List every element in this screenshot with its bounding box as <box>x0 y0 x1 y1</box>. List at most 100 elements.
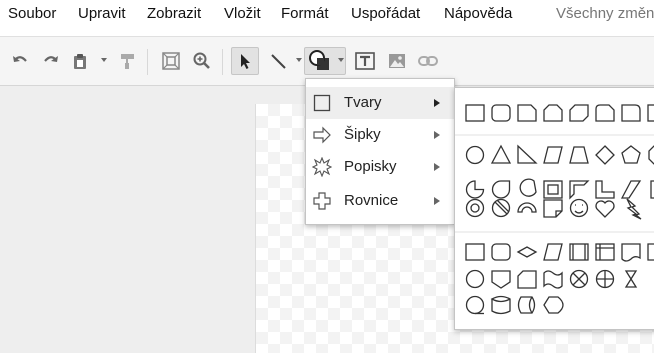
document-shape[interactable] <box>621 243 641 262</box>
snip-same-side-rectangle-shape[interactable] <box>543 104 563 122</box>
menu-insert[interactable]: Vložit <box>224 5 261 22</box>
lightning-bolt-shape[interactable] <box>626 198 642 220</box>
shape-menu-label: Šipky <box>344 126 381 143</box>
magnetic-disk-shape[interactable] <box>490 295 511 315</box>
round-one-corner-rectangle-shape[interactable] <box>621 104 641 122</box>
block-arc-shape[interactable] <box>517 202 537 213</box>
shape-menu-item-arrows[interactable]: Šipky <box>306 119 454 151</box>
submenu-arrow-icon <box>434 197 440 205</box>
rectangle-shape[interactable] <box>465 104 485 122</box>
smiley-shape[interactable] <box>569 198 589 218</box>
pie-shape[interactable] <box>465 180 485 199</box>
snip-diagonal-rectangle-shape[interactable] <box>569 104 589 122</box>
frame-shape[interactable] <box>543 180 563 199</box>
paste-icon <box>70 51 90 71</box>
paste-button[interactable] <box>66 47 94 75</box>
misc-shapes-group <box>465 144 654 220</box>
plus-outline-icon <box>312 191 332 211</box>
menu-help[interactable]: Nápověda <box>444 5 512 22</box>
display-shape[interactable] <box>543 296 564 314</box>
shapes-palette <box>454 87 654 330</box>
direct-access-storage-shape[interactable] <box>517 296 536 314</box>
pentagon-shape[interactable] <box>621 145 641 164</box>
donut-inner <box>470 203 480 213</box>
text-box-button[interactable] <box>351 47 379 75</box>
shape-menu-label: Rovnice <box>344 192 399 209</box>
sequential-access-storage-shape[interactable] <box>465 295 485 315</box>
line-dropdown-caret[interactable] <box>296 58 302 62</box>
image-button[interactable] <box>383 47 411 75</box>
paint-format-button[interactable] <box>113 47 141 75</box>
heart-shape[interactable] <box>595 200 615 218</box>
collate-shape[interactable] <box>624 270 638 288</box>
link-button[interactable] <box>414 47 442 75</box>
card-shape[interactable] <box>517 270 537 289</box>
rectangle-shape[interactable] <box>647 104 654 122</box>
shape-menu-item-equations[interactable]: Rovnice <box>306 185 454 217</box>
submenu-arrow-icon <box>434 99 440 107</box>
chord-shape[interactable] <box>519 178 537 197</box>
fit-zoom-icon <box>160 50 182 72</box>
triangle-shape[interactable] <box>490 144 512 164</box>
summing-junction-cross <box>572 272 586 286</box>
starburst-icon <box>311 156 333 178</box>
donut-shape[interactable] <box>465 198 485 218</box>
zoom-button[interactable] <box>188 47 216 75</box>
connector-shape[interactable] <box>465 269 485 289</box>
diamond-shape[interactable] <box>595 145 615 165</box>
toolbar-divider <box>222 49 223 75</box>
redo-button[interactable] <box>37 47 65 75</box>
undo-button[interactable] <box>6 47 34 75</box>
diagonal-stripe-shape[interactable] <box>620 180 642 199</box>
right-triangle-shape[interactable] <box>517 144 538 164</box>
menu-edit[interactable]: Upravit <box>78 5 126 22</box>
square-icon <box>312 93 332 113</box>
half-frame-shape[interactable] <box>569 180 590 200</box>
toolbar-divider <box>147 49 148 75</box>
punched-tape-shape[interactable] <box>543 270 563 289</box>
folded-corner-shape[interactable] <box>543 199 563 218</box>
menu-file[interactable]: Soubor <box>8 5 56 22</box>
basic-shapes-group <box>465 104 654 122</box>
shape-menu-item-shapes[interactable]: Tvary <box>306 87 454 119</box>
predefined-process-bars <box>572 244 586 260</box>
submenu-arrow-icon <box>434 131 440 139</box>
flowchart-shapes-group <box>465 243 654 315</box>
ellipse-shape[interactable] <box>465 145 485 165</box>
snip-corner-rectangle-shape[interactable] <box>517 104 537 122</box>
save-status: Všechny změny <box>556 5 654 22</box>
parallelogram-shape[interactable] <box>543 146 563 164</box>
paint-format-icon <box>117 51 137 71</box>
octagon-shape[interactable] <box>648 145 654 165</box>
image-icon <box>387 51 407 71</box>
off-page-connector-shape[interactable] <box>491 270 511 289</box>
link-icon <box>417 51 439 71</box>
line-icon <box>268 51 288 71</box>
corner-shape[interactable] <box>595 180 615 199</box>
menu-arrange[interactable]: Uspořádat <box>351 5 420 22</box>
paste-dropdown-caret[interactable] <box>101 58 107 62</box>
menu-format[interactable]: Formát <box>281 5 329 22</box>
trapezoid-shape[interactable] <box>569 146 589 164</box>
decision-shape[interactable] <box>516 246 538 258</box>
multidocument-shape[interactable] <box>647 243 654 261</box>
fit-zoom-button[interactable] <box>157 47 185 75</box>
internal-storage-shape[interactable] <box>595 243 615 261</box>
data-shape[interactable] <box>543 243 563 261</box>
submenu-arrow-icon <box>434 163 440 171</box>
zoom-icon <box>192 51 212 71</box>
teardrop-shape[interactable] <box>491 180 511 199</box>
line-button[interactable] <box>264 47 292 75</box>
round-snip-rectangle-shape[interactable] <box>595 104 615 122</box>
menu-view[interactable]: Zobrazit <box>147 5 201 22</box>
shape-menu-label: Tvary <box>344 94 382 111</box>
rounded-rectangle-shape[interactable] <box>491 104 511 122</box>
smiley-face <box>574 204 584 214</box>
select-button[interactable] <box>231 47 259 75</box>
redo-icon <box>41 51 61 71</box>
shape-menu-item-callouts[interactable]: Popisky <box>306 151 454 183</box>
shape-dropdown-caret[interactable] <box>338 58 344 62</box>
shape-icon <box>308 49 332 73</box>
process-shape[interactable] <box>465 243 485 261</box>
alternate-process-shape[interactable] <box>491 243 511 261</box>
